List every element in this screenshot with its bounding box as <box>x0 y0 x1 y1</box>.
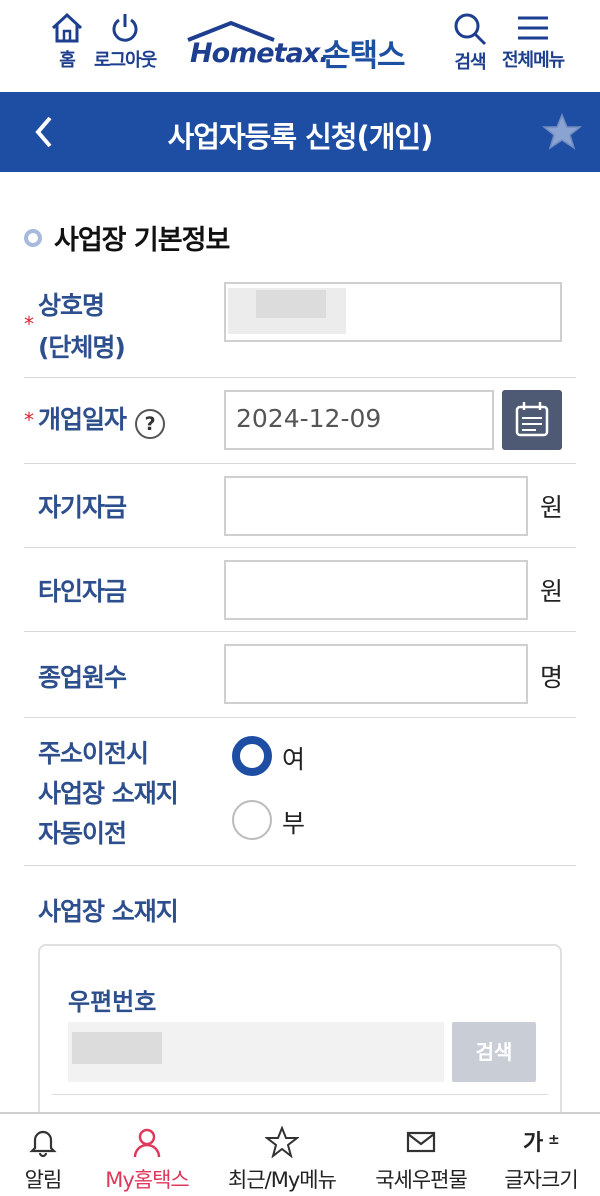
radio-yes[interactable] <box>232 736 272 776</box>
nav-item-tax-mail[interactable]: 국세우편물 <box>364 1126 478 1194</box>
postcode-search-button[interactable]: 검색 <box>452 1022 536 1082</box>
mail-icon <box>406 1131 436 1153</box>
divider <box>52 1094 548 1095</box>
nav-item-alarm[interactable]: 알림 <box>16 1126 70 1194</box>
open-date-row: * 개업일자 ? 2024-12-09 <box>24 378 576 464</box>
svg-text:±: ± <box>548 1132 560 1148</box>
search-button[interactable]: 검색 <box>452 12 488 74</box>
trade-name-label: 상호명 <box>38 291 105 320</box>
own-capital-unit: 원 <box>540 493 564 522</box>
employees-unit: 명 <box>540 663 564 692</box>
employees-label: 종업원수 <box>38 663 127 692</box>
all-menu-label: 전체메뉴 <box>502 50 565 71</box>
hometax-logo[interactable]: Hometax. 손택스 <box>186 20 416 74</box>
all-menu-button[interactable]: 전체메뉴 <box>502 12 565 72</box>
section-heading: 사업장 기본정보 <box>24 218 230 257</box>
other-capital-label: 타인자금 <box>38 577 127 606</box>
employees-input[interactable] <box>224 644 528 704</box>
nav-item-my-hometax[interactable]: My홈택스 <box>92 1126 202 1194</box>
svg-text:가: 가 <box>523 1131 543 1156</box>
home-button[interactable]: 홈 <box>50 12 84 72</box>
other-capital-unit: 원 <box>540 577 564 606</box>
star-icon <box>265 1126 299 1158</box>
nav-label: 글자크기 <box>504 1168 578 1192</box>
open-date-input[interactable]: 2024-12-09 <box>224 390 494 450</box>
required-mark: * <box>24 312 34 336</box>
power-icon <box>112 14 138 42</box>
nav-label: 국세우편물 <box>375 1168 468 1192</box>
open-date-label-group: 개업일자 ? <box>38 400 166 439</box>
open-date-value: 2024-12-09 <box>236 404 382 433</box>
auto-move-label-3: 자동이전 <box>38 819 127 848</box>
bullet-icon <box>24 228 42 247</box>
postcode-input[interactable] <box>68 1022 444 1082</box>
section-title: 사업장 기본정보 <box>54 225 230 256</box>
bottom-nav: 알림 My홈택스 최근/My메뉴 국세우편물 가 ± 글자크기 <box>0 1112 600 1196</box>
own-capital-row: 자기자금 원 <box>24 464 576 548</box>
font-size-icon: 가 ± <box>523 1131 560 1156</box>
nav-label: 알림 <box>24 1168 63 1192</box>
logout-button[interactable]: 로그아웃 <box>94 12 157 72</box>
top-header: 홈 로그아웃 Hometax. 손택스 검색 전체메뉴 <box>0 0 600 92</box>
radio-no-label: 부 <box>282 809 306 838</box>
open-date-label: 개업일자 <box>38 405 127 434</box>
search-label: 검색 <box>454 52 486 73</box>
trade-name-row: * 상호명 (단체명) <box>24 268 576 378</box>
auto-move-label-1: 주소이전시 <box>38 739 149 768</box>
employees-row: 종업원수 명 <box>24 632 576 718</box>
nav-label: My홈택스 <box>105 1168 190 1192</box>
trade-name-input[interactable] <box>224 282 562 342</box>
own-capital-input[interactable] <box>224 476 528 536</box>
location-label: 사업장 소재지 <box>38 897 179 926</box>
postcode-label: 우편번호 <box>68 988 157 1016</box>
calendar-button[interactable] <box>502 390 562 450</box>
auto-move-row: 주소이전시 사업장 소재지 자동이전 여 부 <box>24 718 576 866</box>
redacted-text <box>256 290 326 318</box>
other-capital-input[interactable] <box>224 560 528 620</box>
home-icon <box>51 12 83 43</box>
logo-text-kr: 손택스 <box>322 38 406 74</box>
person-icon <box>133 1128 161 1158</box>
favorite-star-icon[interactable] <box>542 112 582 152</box>
page-title: 사업자등록 신청(개인) <box>167 120 434 154</box>
logo-text-en: Hometax. <box>190 38 329 69</box>
logout-label: 로그아웃 <box>94 50 157 71</box>
own-capital-label: 자기자금 <box>38 493 127 522</box>
hamburger-icon <box>518 16 549 40</box>
radio-no[interactable] <box>232 800 272 840</box>
redacted-text <box>72 1032 162 1064</box>
nav-item-recent-menu[interactable]: 최근/My메뉴 <box>218 1126 346 1194</box>
trade-name-sublabel: (단체명) <box>38 333 126 362</box>
auto-move-label-2: 사업장 소재지 <box>38 779 179 808</box>
radio-yes-label: 여 <box>282 745 306 774</box>
bell-icon <box>29 1130 57 1158</box>
help-icon[interactable]: ? <box>135 408 166 439</box>
other-capital-row: 타인자금 원 <box>24 548 576 632</box>
required-mark: * <box>24 408 34 432</box>
title-bar: 사업자등록 신청(개인) <box>0 92 600 172</box>
calendar-icon <box>515 402 549 437</box>
search-icon <box>454 13 487 46</box>
nav-item-font-size[interactable]: 가 ± 글자크기 <box>496 1126 586 1194</box>
home-label: 홈 <box>59 50 76 71</box>
nav-label: 최근/My메뉴 <box>228 1168 337 1192</box>
